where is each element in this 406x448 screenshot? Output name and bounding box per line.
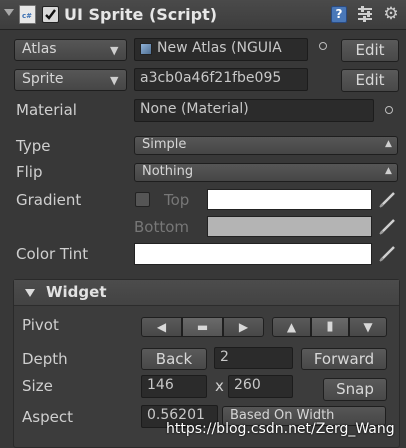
- atlas-label: Atlas: [22, 41, 57, 57]
- pivot-left-icon: ◀: [156, 320, 167, 334]
- script-icon: c#: [19, 5, 36, 24]
- pivot-center-h-icon: ▬: [196, 320, 209, 334]
- pivot-top-icon: ▲: [286, 320, 297, 334]
- pivot-right-button[interactable]: ▶: [223, 317, 264, 337]
- pivot-label: Pivot: [22, 316, 59, 334]
- widget-title: Widget: [46, 283, 107, 301]
- gradient-top-label: Top: [164, 191, 190, 209]
- atlas-edit-button[interactable]: Edit: [341, 39, 399, 62]
- help-icon[interactable]: ?: [331, 6, 347, 23]
- size-separator: x: [215, 377, 224, 395]
- enabled-checkbox[interactable]: [42, 6, 59, 23]
- atlas-picker-icon[interactable]: [319, 42, 327, 50]
- gradient-bottom-label: Bottom: [134, 218, 190, 236]
- pivot-center-v-icon: ▮: [326, 319, 334, 334]
- atlas-object-field[interactable]: New Atlas (NGUIA: [134, 38, 308, 61]
- flip-value: Nothing: [142, 164, 194, 179]
- material-picker-icon[interactable]: [385, 106, 393, 114]
- gradient-bottom-color-field[interactable]: [207, 216, 372, 237]
- gradient-checkbox[interactable]: [135, 192, 150, 207]
- type-dropdown-arrow-icon: ▲: [385, 139, 392, 149]
- gradient-top-eyedropper-icon[interactable]: [378, 189, 398, 209]
- pivot-center-v-button[interactable]: ▮: [311, 317, 349, 337]
- gradient-top-color-field[interactable]: [207, 189, 372, 210]
- depth-value: 2: [220, 349, 229, 365]
- color-tint-eyedropper-icon[interactable]: [378, 243, 398, 263]
- color-tint-field[interactable]: [134, 243, 372, 265]
- gradient-bottom-eyedropper-icon[interactable]: [378, 216, 398, 236]
- pivot-left-button[interactable]: ◀: [141, 317, 182, 337]
- watermark: https://blog.csdn.net/Zerg_Wang: [166, 421, 395, 437]
- material-object-field[interactable]: None (Material): [134, 99, 374, 122]
- flip-popup[interactable]: Nothing: [134, 163, 398, 182]
- size-label: Size: [22, 377, 53, 395]
- pivot-right-icon: ▶: [238, 320, 249, 334]
- atlas-dropdown-arrow-icon: ▼: [110, 44, 119, 57]
- width-field[interactable]: 146: [141, 375, 207, 398]
- material-label: Material: [16, 101, 77, 119]
- snap-button[interactable]: Snap: [323, 378, 387, 401]
- atlas-asset-icon: [140, 43, 152, 55]
- width-value: 146: [147, 377, 174, 393]
- pivot-bottom-button[interactable]: ▼: [349, 317, 387, 337]
- widget-foldout-icon: [25, 289, 35, 297]
- flip-dropdown-arrow-icon: ▲: [385, 166, 392, 176]
- settings-icon[interactable]: ⚙: [382, 5, 400, 23]
- material-value: None (Material): [140, 101, 249, 117]
- sprite-edit-button[interactable]: Edit: [341, 69, 399, 92]
- component-title: UI Sprite (Script): [64, 5, 218, 24]
- depth-forward-button[interactable]: Forward: [301, 348, 387, 370]
- height-value: 260: [234, 377, 261, 393]
- flip-label: Flip: [16, 163, 43, 181]
- pivot-center-h-button[interactable]: ▬: [182, 317, 223, 337]
- gradient-label: Gradient: [16, 191, 82, 209]
- sprite-value: a3cb0a46f21fbe095: [140, 70, 282, 86]
- pivot-bottom-icon: ▼: [363, 320, 373, 334]
- color-tint-label: Color Tint: [16, 245, 89, 263]
- sprite-label: Sprite: [22, 71, 64, 87]
- foldout-arrow-icon[interactable]: [4, 9, 14, 16]
- aspect-label: Aspect: [22, 408, 73, 426]
- type-label: Type: [16, 137, 51, 155]
- pivot-top-button[interactable]: ▲: [272, 317, 311, 337]
- sprite-field[interactable]: a3cb0a46f21fbe095: [134, 68, 308, 91]
- type-value: Simple: [142, 137, 187, 152]
- height-field[interactable]: 260: [228, 375, 293, 398]
- atlas-value: New Atlas (NGUIA: [157, 40, 282, 56]
- depth-back-button[interactable]: Back: [141, 348, 207, 370]
- depth-label: Depth: [22, 350, 68, 368]
- sprite-dropdown-arrow-icon: ▼: [110, 74, 119, 87]
- type-popup[interactable]: Simple: [134, 136, 398, 155]
- depth-field[interactable]: 2: [214, 347, 293, 369]
- preset-icon[interactable]: [357, 6, 373, 23]
